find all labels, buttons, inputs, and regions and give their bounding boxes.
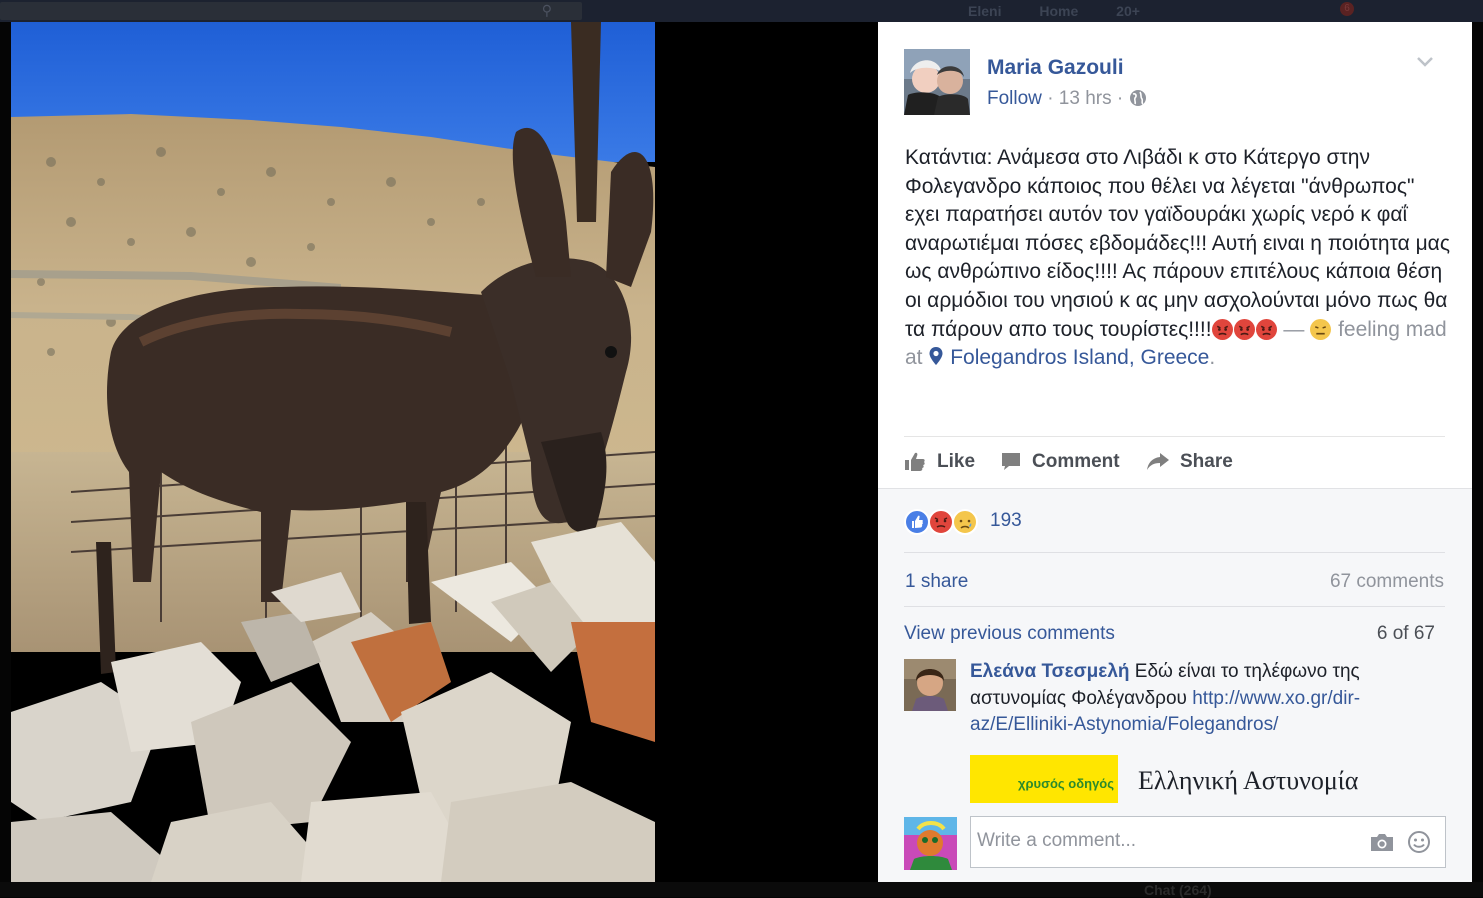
top-nav: Eleni Home 20+ [968,3,1174,19]
author-name[interactable]: Maria Gazouli [987,56,1124,80]
comment-icon [1002,453,1020,470]
divider [904,552,1445,553]
notification-badge[interactable]: 6 [1340,2,1354,16]
comment-composer [970,816,1446,868]
feeling-text: feeling mad [1338,317,1447,341]
donkey-photo [11,22,655,882]
feeling-dash: — [1277,317,1311,341]
photo-theater [11,22,878,882]
sad-reaction-icon [952,509,978,535]
chat-bar: Chat (264) [0,882,1483,898]
reactions-summary[interactable]: 193 [904,508,1022,536]
meta-separator-2: · [1116,88,1124,109]
facebook-top-bar: ⚲ Eleni Home 20+ 6 [0,0,1483,22]
post-timestamp[interactable]: 13 hrs [1059,88,1112,109]
follow-link[interactable]: Follow [987,88,1042,109]
nav-home-count: 20+ [1116,3,1140,19]
divider [904,606,1445,607]
search-input[interactable]: ⚲ [0,2,582,20]
camera-icon[interactable] [1369,831,1395,853]
meta-separator: · [1047,88,1054,109]
angry-reaction-icon [928,509,954,535]
chat-label[interactable]: Chat (264) [1144,882,1212,898]
link-preview-title[interactable]: Ελληνική Αστυνομία [1138,766,1358,796]
mad-face-icon [1310,318,1332,340]
post-panel: Maria Gazouli Follow · 13 hrs · Κατάντια… [878,22,1472,882]
location-pin-icon [929,347,943,366]
angry-face-icon [1211,318,1233,340]
current-user-avatar[interactable] [904,817,957,870]
location-link[interactable]: Folegandros Island, Greece [950,346,1209,369]
preview-logo-text: χρυσός οδηγός [1018,776,1114,791]
reaction-icons [904,509,978,535]
nav-home[interactable]: Home [1039,3,1078,19]
divider [904,436,1445,437]
at-text: at [905,346,923,370]
chevron-down-icon[interactable] [1416,56,1434,68]
commenter-name[interactable]: Ελεάνα Τσεσμελή [970,661,1130,682]
reactions-count: 193 [990,510,1022,531]
end-period: . [1209,346,1216,370]
comment: Ελεάνα Τσεσμελή Εδώ είναι το τηλέφωνο τη… [970,659,1390,739]
emoji-icon[interactable] [1407,830,1431,854]
comments-count-link[interactable]: 67 comments [1330,571,1444,593]
angry-face-icon [1233,318,1255,340]
comments-page-indicator: 6 of 67 [1376,623,1435,644]
share-label: Share [1180,451,1233,472]
like-reaction-icon [904,509,930,535]
share-count-link[interactable]: 1 share [905,571,968,593]
view-previous-comments-link[interactable]: View previous comments [904,623,1115,645]
like-label: Like [937,451,976,472]
nav-user[interactable]: Eleni [968,3,1001,19]
comment-input[interactable] [977,829,1357,853]
angry-face-icon [1255,318,1277,340]
post-text: Κατάντια: Ανάμεσα στο Λιβάδι κ στο Κάτερ… [905,144,1450,373]
globe-icon [1129,90,1146,106]
thumbs-up-icon [905,452,925,471]
post-meta: Follow · 13 hrs · [987,88,1147,110]
search-icon: ⚲ [541,2,552,18]
comment-label: Comment [1032,451,1120,472]
post-body: Κατάντια: Ανάμεσα στο Λιβάδι κ στο Κάτερ… [905,146,1450,341]
commenter-avatar[interactable] [904,659,956,711]
post-photo[interactable] [11,22,655,882]
link-preview-image[interactable]: χρυσός οδηγός [970,755,1118,803]
share-arrow-icon [1147,453,1169,470]
author-avatar[interactable] [904,49,970,115]
